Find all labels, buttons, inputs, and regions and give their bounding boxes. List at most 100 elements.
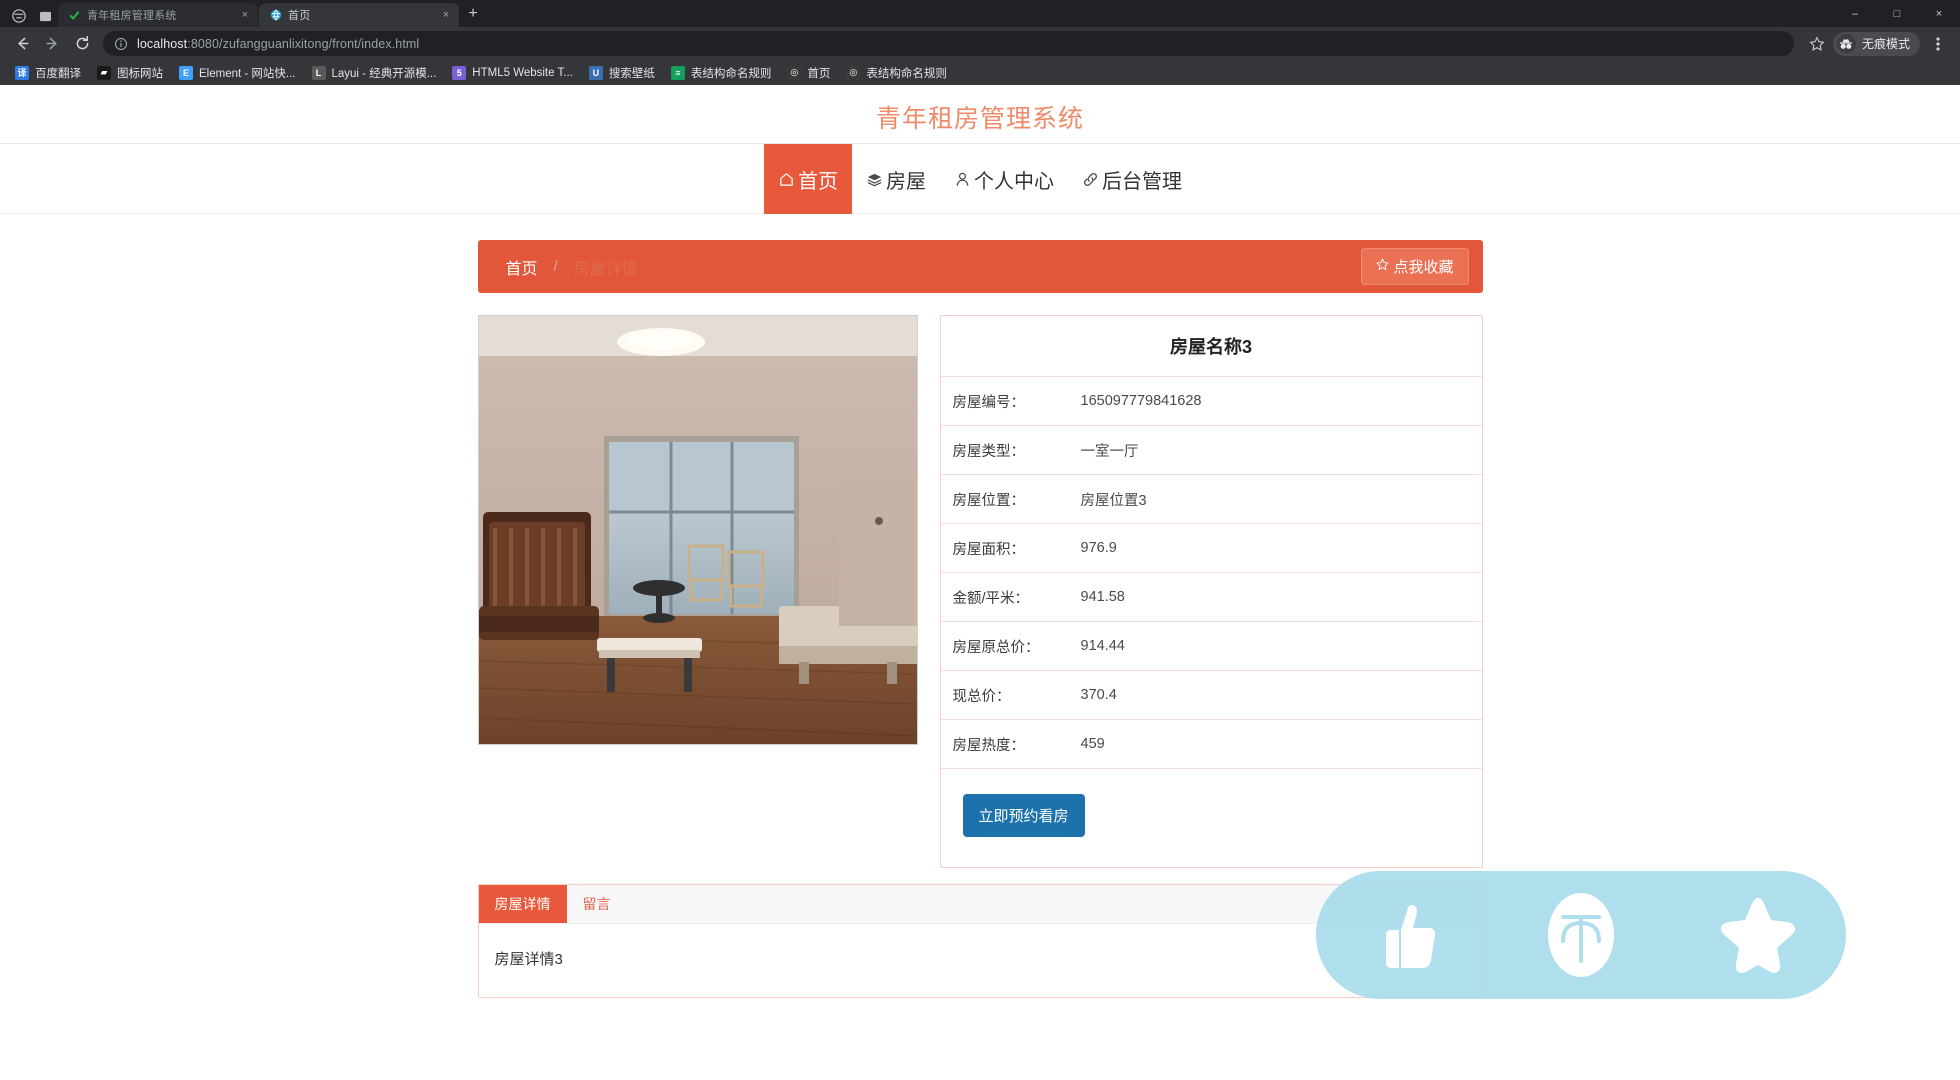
forward-arrow-icon[interactable] bbox=[38, 30, 66, 58]
star-icon[interactable] bbox=[1710, 887, 1806, 983]
bookmark-favicon-icon: ◎ bbox=[846, 65, 861, 80]
house-field-row: 房屋原总价： 914.44 bbox=[940, 622, 1482, 671]
bookmark-favicon-icon: ◎ bbox=[787, 65, 802, 80]
nav-label: 后台管理 bbox=[1102, 170, 1182, 193]
browser-tab-1[interactable]: 首页 × bbox=[259, 3, 459, 27]
user-icon bbox=[954, 171, 971, 188]
house-detail-row: 房屋名称3 房屋编号： 165097779841628 房屋类型： 一室一厅 房… bbox=[477, 315, 1483, 868]
nav-item-houses[interactable]: 房屋 bbox=[852, 144, 940, 214]
house-photo-image bbox=[478, 316, 917, 744]
field-value: 一室一厅 bbox=[1080, 443, 1139, 460]
bookmark-label: Element - 网站快... bbox=[199, 67, 296, 80]
globe-icon bbox=[269, 9, 282, 22]
url-host: localhost bbox=[137, 36, 188, 51]
incognito-icon bbox=[1836, 34, 1856, 53]
main-content: 首页 / 房屋详情 点我收藏 房屋名称3 房屋编号： 1650977798416… bbox=[477, 214, 1483, 998]
nav-item-home[interactable]: 首页 bbox=[764, 144, 852, 214]
thumbs-up-icon[interactable] bbox=[1356, 887, 1452, 983]
link-icon bbox=[1082, 171, 1099, 188]
field-value: 941.58 bbox=[1080, 589, 1125, 605]
bookmark-label: 图标网站 bbox=[117, 67, 163, 80]
bookmarks-bar: 译百度翻译 ▰ 图标网站 E Element - 网站快... L Layui - 经… bbox=[0, 60, 1960, 85]
bookmark-favicon-icon: 5 bbox=[452, 65, 467, 80]
house-field-row: 现总价： 370.4 bbox=[940, 671, 1482, 720]
bookmark-star-icon[interactable] bbox=[1803, 30, 1831, 58]
bookmark-label: 表结构命名规则 bbox=[690, 67, 772, 80]
add-favorite-button[interactable]: 点我收藏 bbox=[1361, 248, 1469, 285]
add-favorite-label: 点我收藏 bbox=[1393, 259, 1454, 276]
breadcrumb-separator: / bbox=[553, 258, 558, 275]
incognito-indicator[interactable]: 无痕模式 bbox=[1832, 31, 1920, 56]
bookmark-item[interactable]: 译百度翻译 bbox=[8, 63, 88, 83]
coin-icon[interactable] bbox=[1533, 887, 1629, 983]
tab-title: 青年租房管理系统 bbox=[87, 10, 177, 22]
bookmark-label: 表结构命名规则 bbox=[866, 67, 947, 80]
info-circle-icon[interactable] bbox=[114, 37, 128, 51]
browser-tab-0[interactable]: 青年租房管理系统 × bbox=[58, 3, 258, 27]
bookmark-item[interactable]: ◎ 表结构命名规则 bbox=[839, 63, 954, 83]
breadcrumb-home-link[interactable]: 首页 bbox=[506, 255, 538, 279]
tab-house-detail[interactable]: 房屋详情 bbox=[478, 885, 567, 923]
bookmark-label: 搜索壁纸 bbox=[608, 67, 655, 80]
site-navbar: 首页 房屋 个人中心 后台管理 bbox=[0, 144, 1960, 214]
field-value: 459 bbox=[1080, 736, 1105, 752]
home-icon bbox=[778, 171, 795, 188]
bookmark-item[interactable]: L Layui - 经典开源模... bbox=[305, 63, 444, 83]
bookmark-label: 百度翻译 bbox=[35, 67, 81, 80]
tab-close-icon[interactable]: × bbox=[238, 8, 252, 22]
window-close-button[interactable]: × bbox=[1918, 0, 1960, 27]
bookmark-item[interactable]: ≡ 表结构命名规则 bbox=[664, 63, 779, 83]
window-minimize-button[interactable]: – bbox=[1834, 0, 1876, 27]
tab-close-icon[interactable]: × bbox=[439, 8, 453, 22]
tab-title: 首页 bbox=[288, 10, 311, 22]
page-viewport: 青年租房管理系统 首页 房屋 个人中心 后台管理 首页 / 房屋详情 点我收藏 … bbox=[0, 85, 1960, 1080]
house-field-row: 金额/平米： 941.58 bbox=[940, 573, 1482, 622]
url-text: localhost:8080/zufangguanlixitong/front/… bbox=[137, 37, 419, 51]
bookmark-item[interactable]: U 搜索壁纸 bbox=[582, 63, 662, 83]
nav-label: 首页 bbox=[798, 170, 838, 193]
bookmark-item[interactable]: ▰ 图标网站 bbox=[90, 63, 170, 83]
field-label: 房屋位置： bbox=[952, 492, 1026, 509]
page-title: 青年租房管理系统 bbox=[875, 105, 1084, 133]
bookmark-item[interactable]: E Element - 网站快... bbox=[172, 63, 303, 83]
nav-item-user-center[interactable]: 个人中心 bbox=[940, 144, 1068, 214]
house-photo bbox=[477, 315, 918, 745]
field-value: 165097779841628 bbox=[1080, 393, 1202, 409]
bookmark-label: 首页 bbox=[807, 67, 831, 80]
bookmark-favicon-icon: 译 bbox=[15, 65, 29, 80]
house-name: 房屋名称3 bbox=[940, 316, 1482, 377]
field-value: 370.4 bbox=[1080, 687, 1117, 703]
browser-toolbar: localhost:8080/zufangguanlixitong/front/… bbox=[0, 27, 1960, 60]
breadcrumb-current: 房屋详情 bbox=[573, 260, 638, 278]
nav-label: 房屋 bbox=[886, 170, 926, 193]
house-field-row: 房屋类型： 一室一厅 bbox=[940, 426, 1482, 475]
field-label: 房屋原总价： bbox=[952, 639, 1040, 656]
house-actions: 立即预约看房 bbox=[941, 769, 1482, 867]
bookmark-favicon-icon: ≡ bbox=[670, 65, 685, 80]
field-label: 房屋类型： bbox=[952, 443, 1026, 460]
house-field-row: 房屋面积： 976.9 bbox=[940, 524, 1482, 573]
book-viewing-button[interactable]: 立即预约看房 bbox=[962, 794, 1085, 837]
floating-social-widget[interactable] bbox=[1316, 871, 1846, 999]
bookmark-item[interactable]: ◎ 首页 bbox=[780, 63, 837, 83]
back-arrow-icon[interactable] bbox=[8, 30, 36, 58]
tab-search-icon[interactable] bbox=[32, 5, 58, 27]
window-maximize-button[interactable]: □ bbox=[1876, 0, 1918, 27]
nav-item-admin[interactable]: 后台管理 bbox=[1068, 144, 1196, 214]
new-tab-button[interactable]: + bbox=[460, 3, 486, 27]
bookmark-label: Layui - 经典开源模... bbox=[331, 67, 437, 80]
tab-messages[interactable]: 留言 bbox=[567, 885, 627, 923]
reload-icon[interactable] bbox=[68, 30, 96, 58]
field-value: 房屋位置3 bbox=[1080, 492, 1147, 509]
bookmark-favicon-icon: L bbox=[311, 65, 326, 80]
field-label: 金额/平米： bbox=[952, 590, 1030, 607]
house-info-card: 房屋名称3 房屋编号： 165097779841628 房屋类型： 一室一厅 房… bbox=[939, 315, 1483, 868]
kebab-menu-icon[interactable] bbox=[1924, 30, 1952, 58]
bookmark-favicon-icon: ▰ bbox=[97, 65, 111, 80]
layers-icon bbox=[866, 171, 883, 188]
tab-strip: 青年租房管理系统 × 首页 × + – □ × bbox=[0, 0, 1960, 27]
address-bar[interactable]: localhost:8080/zufangguanlixitong/front/… bbox=[103, 31, 1794, 56]
house-field-row: 房屋位置： 房屋位置3 bbox=[940, 475, 1482, 524]
checkmark-icon bbox=[68, 9, 81, 22]
bookmark-item[interactable]: 5 HTML5 Website T... bbox=[445, 64, 580, 82]
